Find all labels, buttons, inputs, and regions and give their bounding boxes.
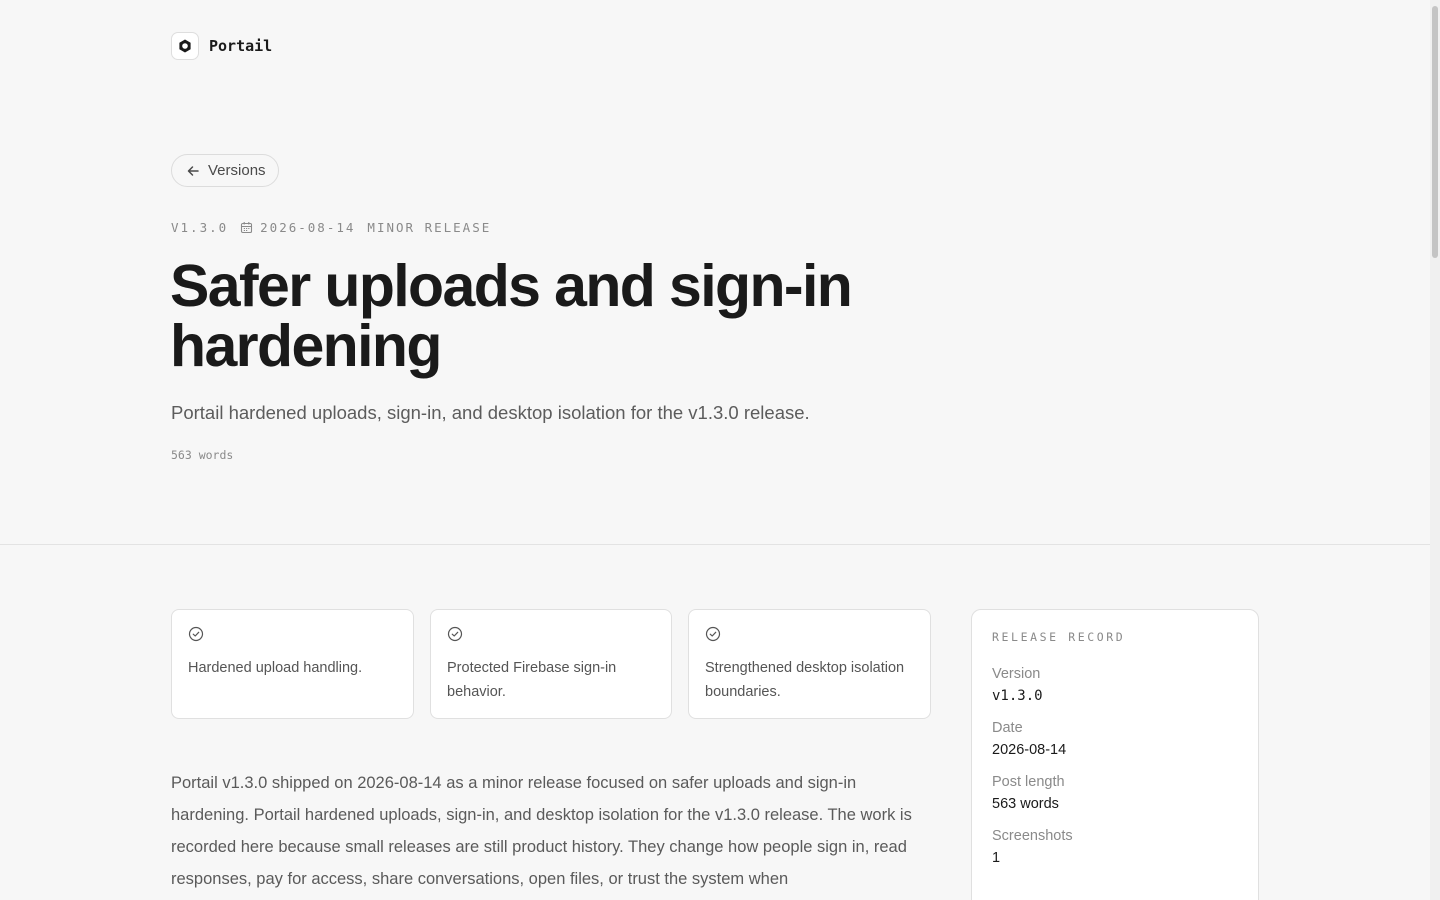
logo-icon[interactable]	[171, 32, 199, 60]
record-label: Version	[992, 666, 1041, 682]
brand-name[interactable]: Portail	[209, 37, 272, 55]
section-divider	[0, 544, 1430, 545]
page-scrollbar[interactable]	[1430, 0, 1440, 900]
release-record-panel: RELEASE RECORD Version v1.3.0 Date 2026-…	[971, 609, 1259, 900]
highlight-text: Strengthened desktop isolation boundarie…	[705, 660, 905, 700]
release-page: Portail Versions V1.3.0 2026-08-14 MINOR…	[0, 0, 1440, 900]
portail-logo-mark	[179, 39, 191, 53]
record-label: Date	[992, 720, 1023, 736]
header: Portail	[171, 32, 272, 60]
back-button-label: Versions	[208, 162, 266, 179]
article-body: Portail v1.3.0 shipped on 2026-08-14 as …	[171, 774, 912, 888]
scrollbar-thumb[interactable]	[1432, 6, 1438, 258]
check-circle-icon	[188, 626, 204, 642]
back-to-versions-button[interactable]: Versions	[171, 154, 279, 187]
release-date: 2026-08-14	[240, 220, 355, 235]
record-value: 1	[992, 850, 1001, 866]
release-meta: V1.3.0 2026-08-14 MINOR RELEASE	[171, 220, 491, 235]
check-circle-icon	[705, 626, 721, 642]
highlight-text: Hardened upload handling.	[188, 660, 363, 676]
record-value: v1.3.0	[992, 688, 1043, 704]
record-label: Screenshots	[992, 828, 1073, 844]
highlight-card: Hardened upload handling.	[171, 609, 414, 719]
record-value: 563 words	[992, 796, 1059, 812]
record-value: 2026-08-14	[992, 742, 1067, 758]
highlight-text: Protected Firebase sign-in behavior.	[447, 660, 617, 700]
record-row-post-length: Post length 563 words	[992, 774, 1238, 812]
page-title: Safer uploads and sign-in hardening	[170, 253, 853, 379]
release-record-title: RELEASE RECORD	[992, 630, 1126, 644]
check-circle-icon	[447, 626, 463, 642]
record-row-screenshots: Screenshots 1	[992, 828, 1238, 866]
release-date-text: 2026-08-14	[260, 220, 356, 235]
highlight-card: Strengthened desktop isolation boundarie…	[688, 609, 931, 719]
arrow-left-icon	[187, 165, 199, 176]
word-count: 563 words	[171, 448, 234, 462]
release-type: MINOR RELEASE	[367, 220, 492, 235]
version-tag: V1.3.0	[171, 220, 229, 235]
record-label: Post length	[992, 774, 1065, 790]
record-row-version: Version v1.3.0	[992, 666, 1238, 704]
highlight-card: Protected Firebase sign-in behavior.	[430, 609, 672, 719]
calendar-icon	[241, 222, 253, 234]
page-subtitle: Portail hardened uploads, sign-in, and d…	[171, 402, 810, 423]
record-row-date: Date 2026-08-14	[992, 720, 1238, 758]
